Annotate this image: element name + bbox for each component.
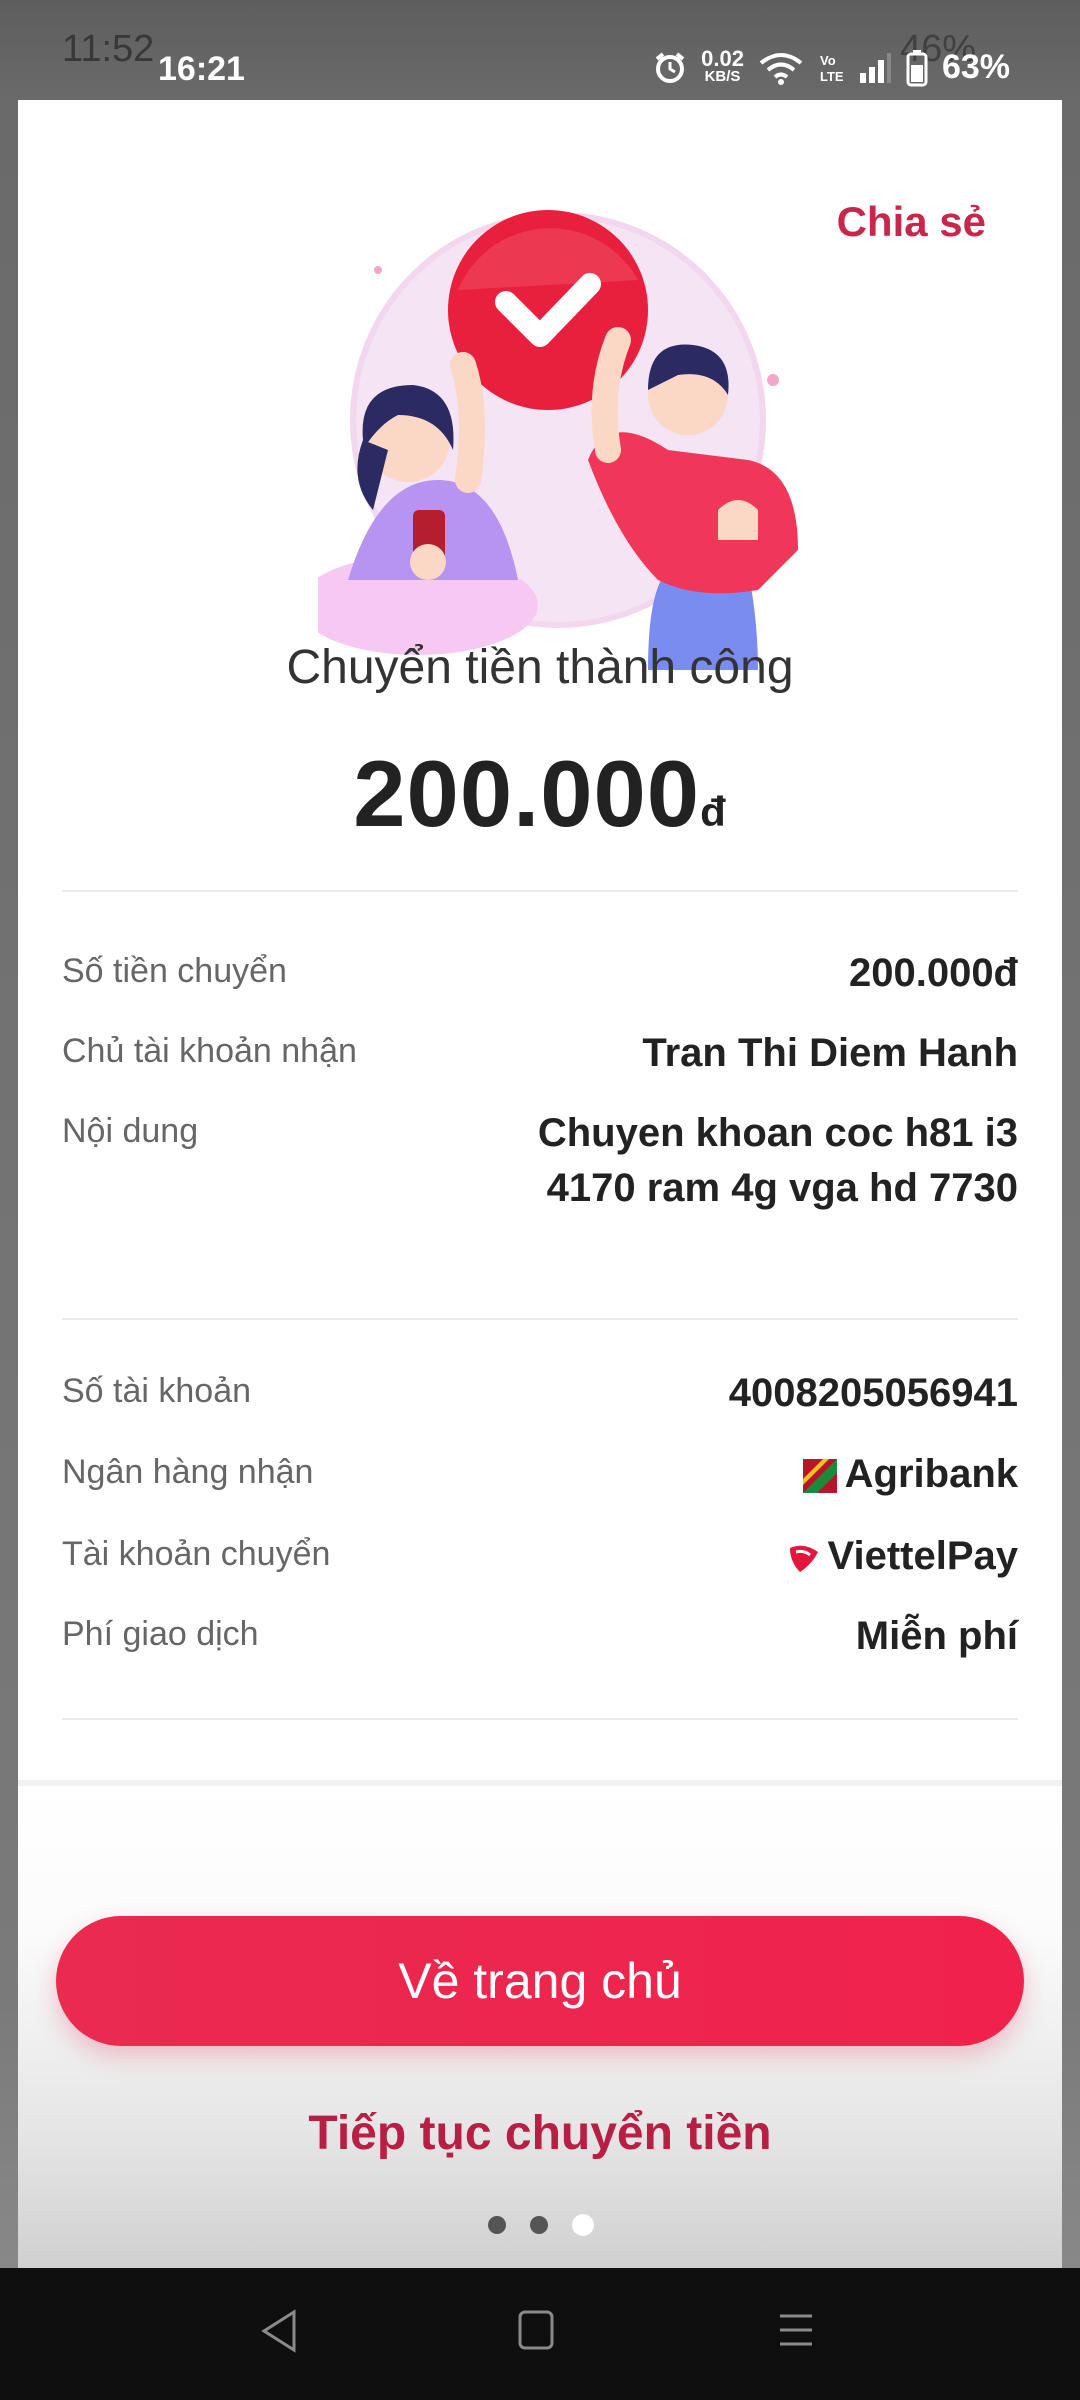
detail-row-receiver: Chủ tài khoản nhận Tran Thi Diem Hanh — [62, 1031, 1018, 1092]
bank-name: Agribank — [844, 1452, 1018, 1496]
status-time: 16:21 — [158, 50, 245, 88]
detail-value: 200.000đ — [848, 951, 1018, 995]
detail-row-content: Nội dung Chuyen khoan coc h81 i3 4170 ra… — [62, 1111, 1018, 1282]
detail-value: Chuyen khoan coc h81 i3 4170 ram 4g vga … — [537, 1111, 1018, 1210]
svg-text:LTE: LTE — [820, 69, 844, 84]
battery-percent: 63% — [941, 48, 1010, 86]
status-bar: 11:52 46% 16:21 0.02 KB/S Vo LTE 63% — [0, 0, 1080, 100]
close-icon[interactable] — [48, 172, 106, 230]
detail-row-amount: Số tiền chuyển 200.000đ — [62, 951, 1018, 1012]
detail-label: Tài khoản chuyển — [62, 1535, 331, 1573]
volte-icon: Vo LTE — [820, 53, 844, 84]
divider — [62, 1318, 1018, 1320]
divider — [62, 1718, 1018, 1720]
signal-icon — [859, 52, 891, 83]
detail-row-account-number: Số tài khoản 4008205056941 — [62, 1371, 1018, 1432]
wifi-icon — [759, 52, 803, 85]
page-dot[interactable] — [488, 2216, 506, 2234]
alarm-icon — [655, 51, 685, 83]
transfer-result-screen: Chia sẻ Chuyển tiền thành công 200.000đ … — [18, 100, 1062, 2268]
detail-label: Ngân hàng nhận — [62, 1453, 314, 1491]
success-title: Chuyển tiền thành công — [286, 641, 794, 694]
source-name: ViettelPay — [827, 1534, 1019, 1578]
system-nav-bar — [0, 2268, 1080, 2400]
detail-value: 4008205056941 — [728, 1371, 1018, 1415]
amount-value: 200.000 — [353, 741, 701, 846]
detail-label: Số tiền chuyển — [62, 952, 287, 990]
detail-label: Phí giao dịch — [62, 1615, 259, 1653]
network-speed: 0.02 KB/S — [701, 45, 744, 86]
detail-value: Miễn phí — [855, 1614, 1018, 1658]
ghost-status-time: 11:52 — [62, 28, 155, 70]
amount-currency: đ — [700, 788, 727, 835]
success-illustration — [318, 210, 798, 670]
detail-value: Agribank — [802, 1447, 1018, 1502]
photo-frame: 11:52 46% 16:21 0.02 KB/S Vo LTE 63% Chi… — [0, 0, 1080, 2268]
detail-row-fee: Phí giao dịch Miễn phí — [62, 1614, 1018, 1675]
battery-icon — [906, 49, 928, 86]
back-icon[interactable] — [258, 2308, 302, 2354]
svg-text:Vo: Vo — [820, 53, 836, 68]
share-button[interactable]: Chia sẻ — [837, 198, 986, 246]
detail-value: Tran Thi Diem Hanh — [642, 1031, 1018, 1075]
menu-icon[interactable] — [774, 2308, 818, 2352]
home-button[interactable]: Về trang chủ — [56, 1916, 1024, 2046]
detail-label: Chủ tài khoản nhận — [62, 1032, 357, 1070]
transfer-amount: 200.000đ — [18, 740, 1062, 848]
bottom-action-panel: Về trang chủ Tiếp tục chuyển tiền — [18, 1780, 1062, 2268]
detail-row-source-account: Tài khoản chuyển ViettelPay — [62, 1534, 1018, 1595]
status-icons: 0.02 KB/S Vo LTE 63% — [653, 45, 1010, 87]
viettelpay-logo-icon — [789, 1546, 818, 1573]
agribank-logo-icon — [802, 1459, 837, 1494]
page-dot[interactable] — [530, 2216, 548, 2234]
divider — [62, 890, 1018, 892]
network-speed-value: 0.02 — [701, 45, 744, 71]
home-nav-icon[interactable] — [516, 2308, 556, 2352]
detail-row-bank: Ngân hàng nhận Agribank — [62, 1452, 1018, 1513]
page-indicator — [488, 2214, 594, 2236]
network-speed-unit: KB/S — [704, 67, 741, 85]
continue-transfer-button[interactable]: Tiếp tục chuyển tiền — [18, 2106, 1062, 2161]
page-dot-active[interactable] — [572, 2214, 594, 2236]
detail-label: Nội dung — [62, 1112, 199, 1150]
detail-label: Số tài khoản — [62, 1372, 252, 1410]
detail-value: ViettelPay — [788, 1529, 1019, 1584]
